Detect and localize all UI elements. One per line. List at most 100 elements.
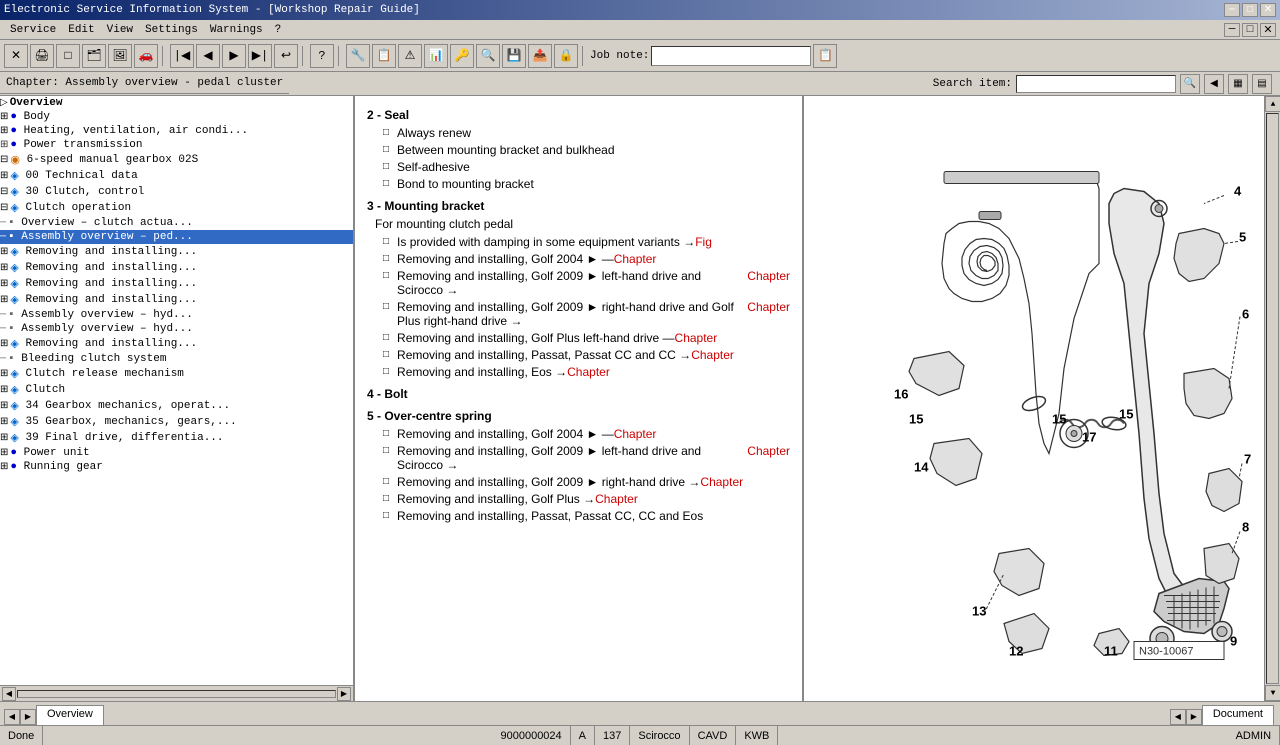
- status-code2: KWB: [736, 726, 778, 745]
- tree-item-overview[interactable]: ▷ Overview: [0, 96, 353, 110]
- chapter-link-2[interactable]: Chapter: [747, 269, 790, 283]
- menu-edit[interactable]: Edit: [62, 22, 100, 38]
- tree-item-gearbox-34[interactable]: ⊞ ◈ 34 Gearbox mechanics, operat...: [0, 398, 353, 414]
- tree-item-removing-5[interactable]: ⊞ ◈ Removing and installing...: [0, 336, 353, 352]
- tree-item-final-drive[interactable]: ⊞ ◈ 39 Final drive, differentia...: [0, 430, 353, 446]
- toolbar-tools-btn5[interactable]: 🔑: [450, 44, 474, 68]
- section-4-title: Bolt: [384, 387, 407, 401]
- search-prev-button[interactable]: ◀: [1204, 74, 1224, 94]
- close-button[interactable]: ✕: [1260, 3, 1276, 17]
- tab-overview[interactable]: Overview: [36, 705, 104, 725]
- scroll-down-button[interactable]: ▼: [1265, 685, 1280, 701]
- tree-item-clutch-operation[interactable]: ⊟ ◈ Clutch operation: [0, 200, 353, 216]
- tree-item-removing-2[interactable]: ⊞ ◈ Removing and installing...: [0, 260, 353, 276]
- chapter-link-8[interactable]: Chapter: [747, 444, 790, 458]
- chapter-link-6[interactable]: Chapter: [567, 365, 610, 379]
- toolbar-btn-2[interactable]: 🖨: [30, 44, 54, 68]
- tree-item-removing-1[interactable]: ⊞ ◈ Removing and installing...: [0, 244, 353, 260]
- toolbar-btn-6[interactable]: 🚗: [134, 44, 158, 68]
- toolbar-btn-3[interactable]: □: [56, 44, 80, 68]
- toolbar-help-button[interactable]: ?: [310, 44, 334, 68]
- vertical-scrollbar[interactable]: ▲ ▼: [1264, 96, 1280, 701]
- svg-text:N30-10067: N30-10067: [1139, 646, 1193, 658]
- tree-item-technical-data[interactable]: ⊞ ◈ 00 Technical data: [0, 168, 353, 184]
- chapter-link-4[interactable]: Chapter: [675, 331, 718, 345]
- hscroll-left-button[interactable]: ◀: [2, 687, 16, 701]
- tree-item-running-gear[interactable]: ⊞ ● Running gear: [0, 460, 353, 474]
- toolbar-next-button[interactable]: ▶: [222, 44, 246, 68]
- toolbar-tools-btn1[interactable]: 🔧: [346, 44, 370, 68]
- tree-item-overview-clutch[interactable]: ─ ▪ Overview – clutch actua...: [0, 216, 353, 230]
- chapter-link-7[interactable]: Chapter: [614, 427, 657, 441]
- chapter-link-9[interactable]: Chapter: [700, 475, 743, 489]
- search-extra-button[interactable]: ▤: [1252, 74, 1272, 94]
- tree-item-gearbox-35[interactable]: ⊞ ◈ 35 Gearbox, mechanics, gears,...: [0, 414, 353, 430]
- tree-item-clutch-control[interactable]: ⊟ ◈ 30 Clutch, control: [0, 184, 353, 200]
- chapter-link-1[interactable]: Chapter: [614, 252, 657, 266]
- job-note-input[interactable]: [651, 46, 811, 66]
- tree-item-heating[interactable]: ⊞ ● Heating, ventilation, air condi...: [0, 124, 353, 138]
- svg-text:8: 8: [1242, 520, 1249, 535]
- hscroll-track[interactable]: [17, 690, 336, 698]
- toolbar-tools-btn7[interactable]: 💾: [502, 44, 526, 68]
- tree-item-clutch[interactable]: ⊞ ◈ Clutch: [0, 382, 353, 398]
- scroll-track[interactable]: [1266, 113, 1279, 684]
- menu-help[interactable]: ?: [269, 22, 288, 38]
- tree-item-assembly-overview[interactable]: ─ ▪ Assembly overview – ped...: [0, 230, 353, 244]
- toolbar-btn-5[interactable]: 🖼: [108, 44, 132, 68]
- tree-item-body[interactable]: ⊞ ● Body: [0, 110, 353, 124]
- toolbar-first-button[interactable]: |◀: [170, 44, 194, 68]
- tree-item-assembly-hyd1[interactable]: ─ ▪ Assembly overview – hyd...: [0, 308, 353, 322]
- tree-item-removing-3[interactable]: ⊞ ◈ Removing and installing...: [0, 276, 353, 292]
- toolbar-tools-btn6[interactable]: 🔍: [476, 44, 500, 68]
- window-minimize-button[interactable]: ─: [1224, 23, 1240, 37]
- tree-item-gearbox[interactable]: ⊟ ◉ 6-speed manual gearbox 02S: [0, 152, 353, 168]
- tree-item-removing-4[interactable]: ⊞ ◈ Removing and installing...: [0, 292, 353, 308]
- toolbar-tools-btn3[interactable]: ⚠: [398, 44, 422, 68]
- minimize-button[interactable]: ─: [1224, 3, 1240, 17]
- restore-button[interactable]: □: [1242, 3, 1258, 17]
- tree-item-bleeding[interactable]: ─ ▪ Bleeding clutch system: [0, 352, 353, 366]
- svg-text:16: 16: [894, 387, 908, 402]
- tab-nav-left2[interactable]: ◀: [1170, 709, 1186, 725]
- tab-document[interactable]: Document: [1202, 705, 1274, 725]
- toolbar-btn-1[interactable]: ✕: [4, 44, 28, 68]
- tree-item-clutch-release[interactable]: ⊞ ◈ Clutch release mechanism: [0, 366, 353, 382]
- tree-item-assembly-hyd2[interactable]: ─ ▪ Assembly overview – hyd...: [0, 322, 353, 336]
- chapter-link-3[interactable]: Chapter: [747, 300, 790, 314]
- window-restore-button[interactable]: □: [1242, 23, 1258, 37]
- toolbar-return-button[interactable]: ↩: [274, 44, 298, 68]
- chapter-link-10[interactable]: Chapter: [595, 492, 638, 506]
- search-options-button[interactable]: ▦: [1228, 74, 1248, 94]
- tree-item-power-unit[interactable]: ⊞ ● Power unit: [0, 446, 353, 460]
- menu-view[interactable]: View: [101, 22, 139, 38]
- chapter-link-5[interactable]: Chapter: [691, 348, 734, 362]
- status-bar: Done 9000000024 A 137 Scirocco CAVD KWB …: [0, 725, 1280, 745]
- menu-warnings[interactable]: Warnings: [204, 22, 269, 38]
- toolbar-last-button[interactable]: ▶|: [248, 44, 272, 68]
- toolbar-prev-button[interactable]: ◀: [196, 44, 220, 68]
- toolbar-btn-4[interactable]: 🗂: [82, 44, 106, 68]
- menu-settings[interactable]: Settings: [139, 22, 204, 38]
- svg-text:15: 15: [1052, 412, 1066, 427]
- svg-text:4: 4: [1234, 184, 1242, 199]
- tab-nav-left[interactable]: ◀: [4, 709, 20, 725]
- window-close-button[interactable]: ✕: [1260, 23, 1276, 37]
- mounting-item-3: Removing and installing, Golf 2009 ► lef…: [383, 269, 790, 297]
- scroll-up-button[interactable]: ▲: [1265, 96, 1280, 112]
- search-input[interactable]: [1016, 75, 1176, 93]
- hscroll-right-button[interactable]: ▶: [337, 687, 351, 701]
- content-pane: 2 - Seal Always renew Between mounting b…: [355, 96, 804, 701]
- tab-nav-right[interactable]: ▶: [20, 709, 36, 725]
- job-note-submit-button[interactable]: 📋: [813, 44, 837, 68]
- search-button[interactable]: 🔍: [1180, 74, 1200, 94]
- toolbar-tools-btn4[interactable]: 📊: [424, 44, 448, 68]
- toolbar-tools-btn8[interactable]: 📤: [528, 44, 552, 68]
- tree-item-power-transmission[interactable]: ⊞ ● Power transmission: [0, 138, 353, 152]
- toolbar-tools-btn2[interactable]: 📋: [372, 44, 396, 68]
- svg-text:11: 11: [1104, 644, 1118, 659]
- toolbar-tools-btn9[interactable]: 🔒: [554, 44, 578, 68]
- tab-nav-right2[interactable]: ▶: [1186, 709, 1202, 725]
- fig-link[interactable]: Fig: [695, 235, 712, 249]
- menu-service[interactable]: Service: [4, 22, 62, 38]
